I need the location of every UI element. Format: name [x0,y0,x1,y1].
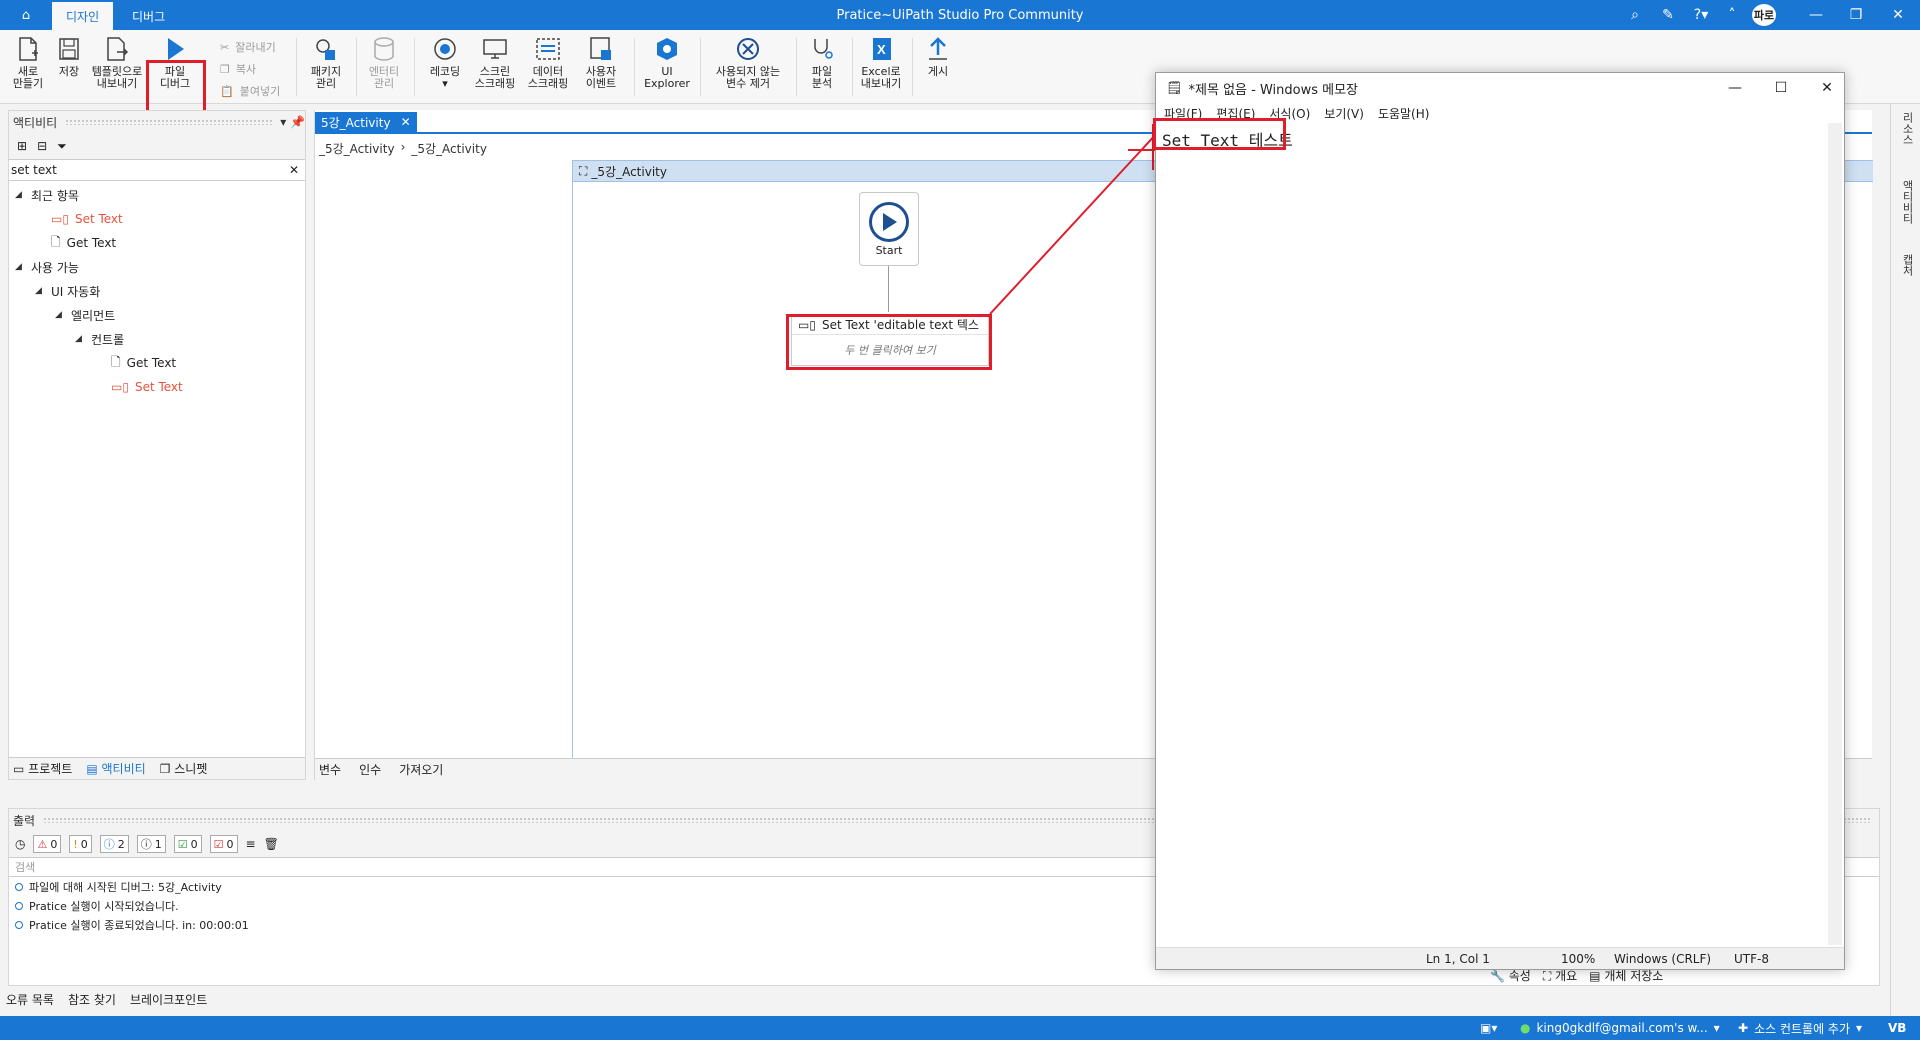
line-ending: Windows (CRLF) [1614,952,1712,966]
menu-format[interactable]: 서식(O) [1269,105,1310,122]
notepad-window: 🗒 *제목 없음 - Windows 메모장 — ☐ ✕ 파일(F) 편집(E)… [1155,72,1845,970]
notepad-minimize-icon[interactable]: — [1712,73,1758,103]
encoding: UTF-8 [1734,952,1769,966]
notepad-text: Set Text 테스트 [1162,131,1293,150]
notepad-title-bar: 🗒 *제목 없음 - Windows 메모장 — ☐ ✕ [1156,73,1844,103]
cursor-position: Ln 1, Col 1 [1426,952,1490,966]
notepad-title: *제목 없음 - Windows 메모장 [1188,82,1358,98]
notepad-icon: 🗒 [1166,80,1183,96]
notepad-text-area[interactable]: Set Text 테스트 [1158,123,1828,945]
notepad-status-bar: Ln 1, Col 1 100% Windows (CRLF) UTF-8 [1156,947,1844,969]
notepad-menu-bar: 파일(F) 편집(E) 서식(O) 보기(V) 도움말(H) [1156,103,1844,123]
menu-edit[interactable]: 편집(E) [1216,105,1255,122]
notepad-close-icon[interactable]: ✕ [1804,73,1850,103]
menu-file[interactable]: 파일(F) [1164,105,1202,122]
notepad-maximize-icon[interactable]: ☐ [1758,73,1804,103]
zoom-level: 100% [1561,952,1596,966]
menu-help[interactable]: 도움말(H) [1378,105,1430,122]
notepad-scrollbar[interactable] [1828,123,1842,945]
annotation-arrow [989,131,1159,315]
menu-view[interactable]: 보기(V) [1324,105,1364,122]
